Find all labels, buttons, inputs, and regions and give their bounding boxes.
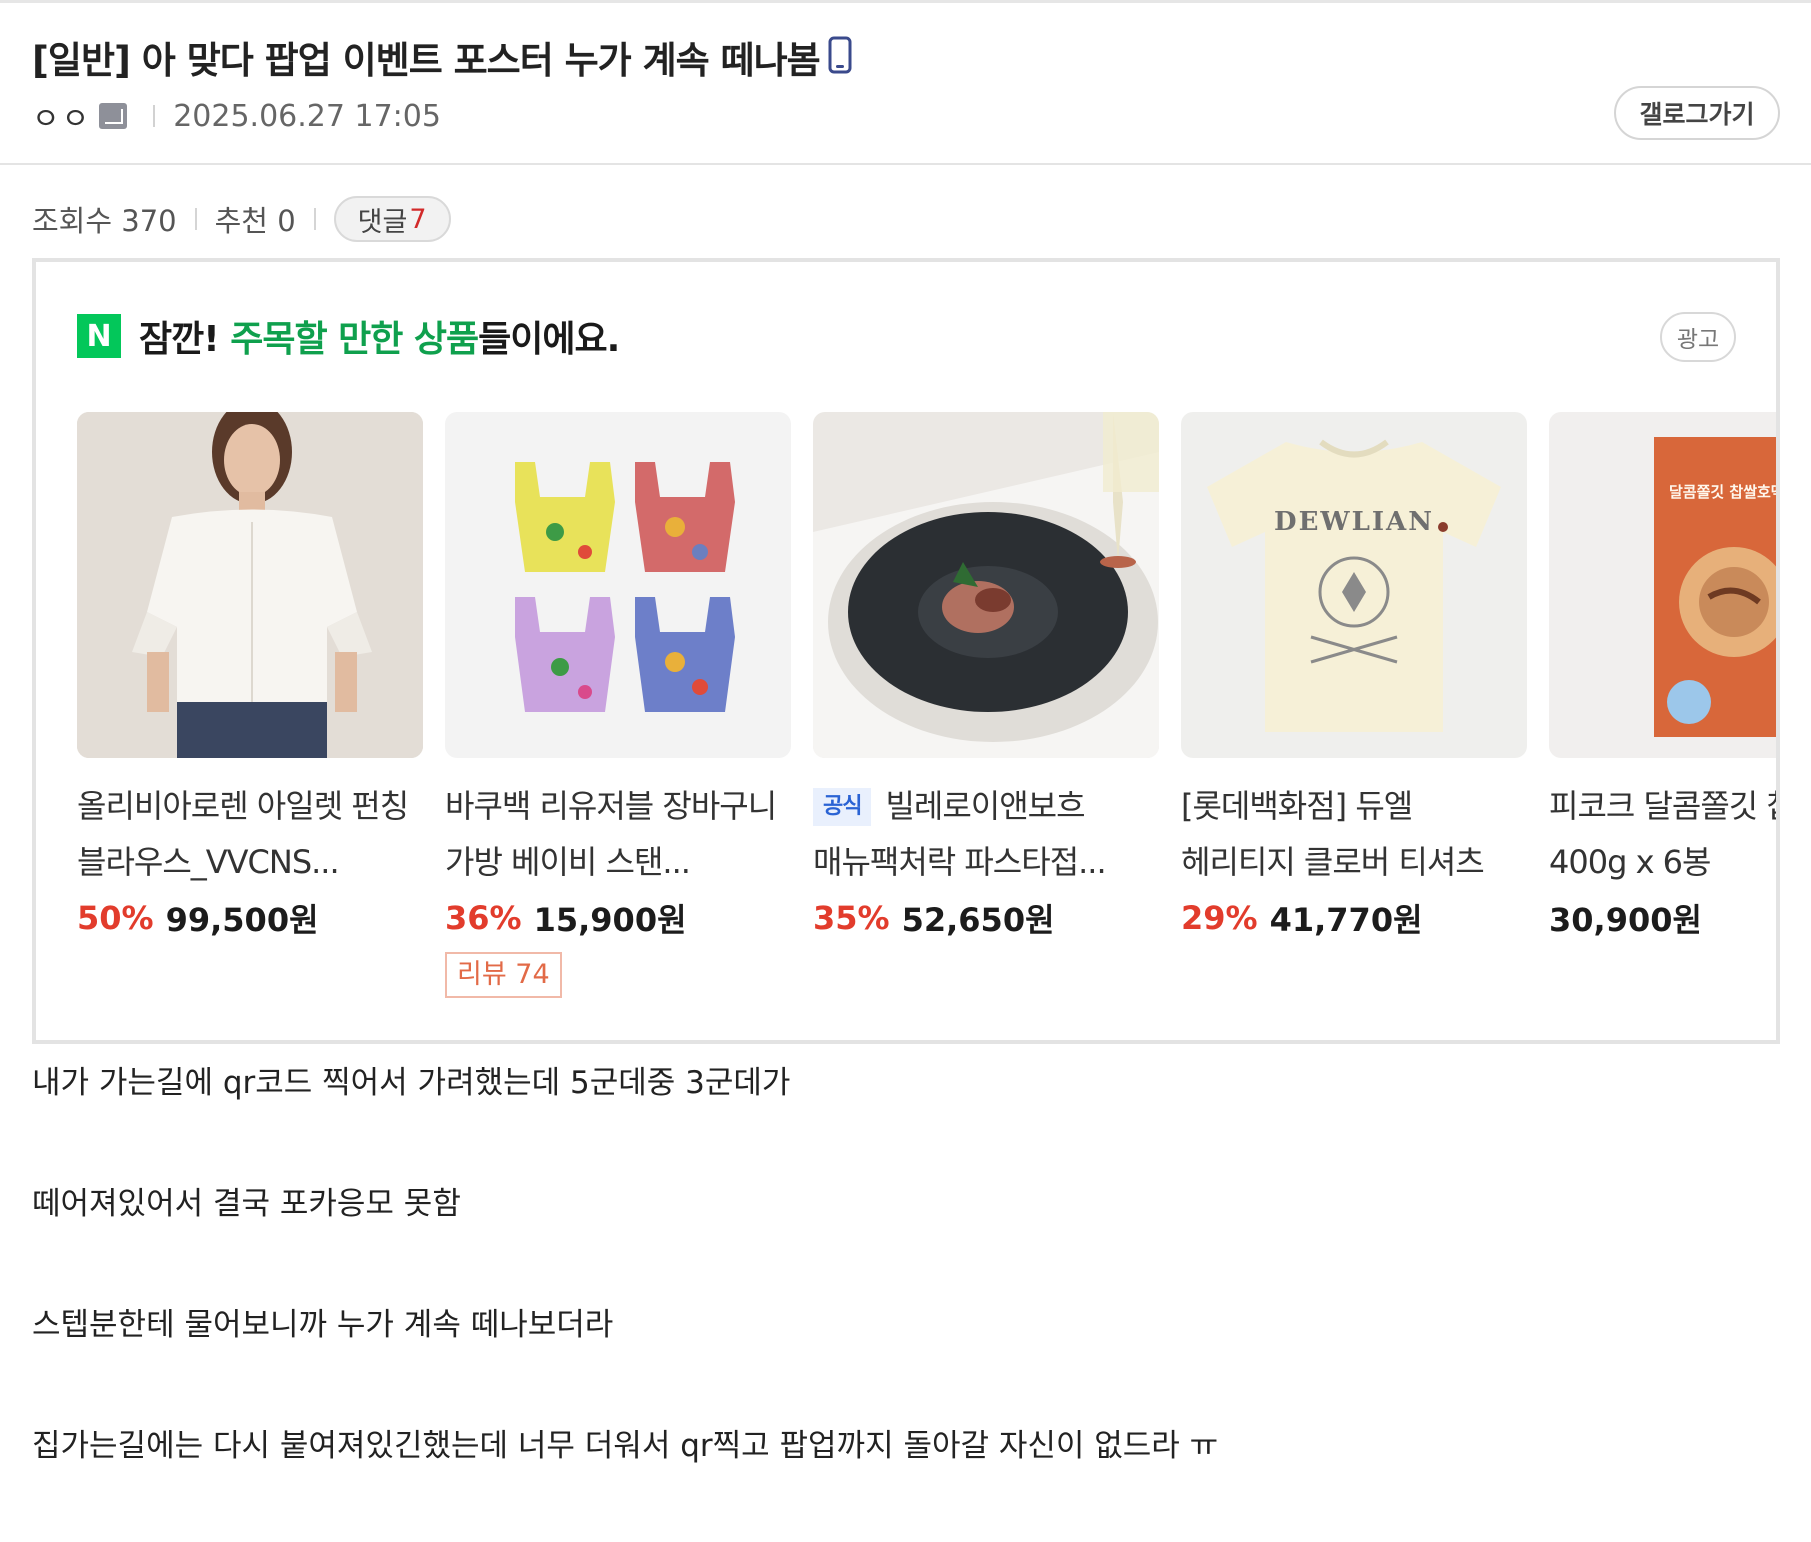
product-price: 15,900원	[533, 901, 687, 939]
hotteok-pack-print: 달콤쫄깃 찹쌀호떡	[1669, 483, 1780, 501]
product-image-hotteok[interactable]: 달콤쫄깃 찹쌀호떡	[1549, 412, 1780, 758]
product-card[interactable]: 공식 빌레로이앤보흐 매뉴팩처락 파스타접... 35% 52,650원	[813, 412, 1159, 946]
ad-headline-highlight: 주목할 만한 상품	[230, 319, 479, 360]
product-name[interactable]: [롯데백화점] 듀엘 헤리티지 클로버 티셔츠 D...	[1181, 778, 1527, 890]
product-card[interactable]: DEWLIAN [롯데백화점] 듀엘 헤리티지 클로버 티셔츠 D... 29%…	[1181, 412, 1527, 946]
body-paragraph: 내가 가는길에 qr코드 찍어서 가려했는데 5군데중 3군데가	[32, 1065, 791, 1101]
product-card[interactable]: 달콤쫄깃 찹쌀호떡 피코크 달콤쫄깃 찹쌀호떡 400g x 6봉 30,900…	[1549, 412, 1780, 946]
ad-headline: 잠깐! 주목할 만한 상품들이에요.	[139, 310, 620, 362]
product-image-plate[interactable]	[813, 412, 1159, 758]
tshirt-brand-print: DEWLIAN	[1274, 507, 1434, 537]
price-row: 35% 52,650원	[813, 890, 1159, 946]
ad-header: N 잠깐! 주목할 만한 상품들이에요.	[77, 310, 620, 362]
naver-logo-icon: N	[77, 314, 121, 358]
body-paragraph: 떼어져있어서 결국 포카응모 못함	[32, 1186, 461, 1222]
comment-button[interactable]: 댓글 7	[333, 196, 451, 242]
ad-headline-pre: 잠깐!	[139, 319, 231, 360]
price-row: 50% 99,500원	[77, 890, 423, 946]
comment-label: 댓글	[357, 206, 408, 238]
stats-separator	[194, 208, 197, 230]
product-image-tshirt[interactable]: DEWLIAN	[1181, 412, 1527, 758]
post-stats: 조회수 370 추천 0 댓글 7	[32, 196, 451, 242]
product-name[interactable]: 공식 빌레로이앤보흐 매뉴팩처락 파스타접...	[813, 778, 1159, 890]
official-badge: 공식	[813, 788, 872, 826]
header-divider	[0, 163, 1811, 165]
product-card[interactable]: 올리비아로렌 아일렛 펀칭 블라우스_VVCNS... 50% 99,500원	[77, 412, 423, 946]
recommend-count: 추천 0	[214, 204, 296, 238]
product-price: 52,650원	[901, 901, 1055, 939]
discount-rate: 35%	[813, 899, 890, 937]
product-name[interactable]: 바쿠백 리유저블 장바구니 가방 베이비 스탠...	[445, 778, 791, 890]
product-price: 41,770원	[1269, 901, 1423, 939]
price-row: 30,900원	[1549, 890, 1776, 946]
post-meta: ㅇㅇ 2025.06.27 17:05	[32, 94, 441, 138]
discount-rate: 29%	[1181, 899, 1258, 937]
product-price: 99,500원	[165, 901, 319, 939]
discount-rate: 36%	[445, 899, 522, 937]
shopping-ad: N 잠깐! 주목할 만한 상품들이에요. 광고 올리비아로렌 아일렛 펀칭 블라…	[32, 258, 1780, 1044]
top-divider	[0, 0, 1811, 3]
product-card[interactable]: 바쿠백 리유저블 장바구니 가방 베이비 스탠... 36% 15,900원 리…	[445, 412, 791, 998]
discount-rate: 50%	[77, 899, 154, 937]
product-carousel: 올리비아로렌 아일렛 펀칭 블라우스_VVCNS... 50% 99,500원	[77, 412, 1780, 1012]
post-title: [일반] 아 맞다 팝업 이벤트 포스터 누가 계속 떼나봄	[32, 39, 821, 82]
meta-separator	[153, 105, 156, 127]
review-count-badge: 리뷰 74	[445, 952, 562, 998]
product-image-blouse[interactable]	[77, 412, 423, 758]
price-row: 36% 15,900원	[445, 890, 791, 946]
comment-count: 7	[409, 203, 427, 235]
body-paragraph: 스텝분한테 물어보니까 누가 계속 떼나보더라	[32, 1307, 614, 1343]
product-price: 30,900원	[1549, 901, 1702, 939]
product-name[interactable]: 피코크 달콤쫄깃 찹쌀호떡 400g x 6봉	[1549, 778, 1776, 890]
gallog-button[interactable]: 갤로그가기	[1614, 86, 1780, 140]
product-name[interactable]: 올리비아로렌 아일렛 펀칭 블라우스_VVCNS...	[77, 778, 423, 890]
post-body: 내가 가는길에 qr코드 찍어서 가려했는데 5군데중 3군데가 떼어져있어서 …	[32, 1058, 1782, 1542]
gallog-icon[interactable]	[99, 103, 128, 129]
mobile-icon	[828, 36, 852, 74]
view-count: 조회수 370	[32, 204, 177, 238]
post-date: 2025.06.27 17:05	[173, 98, 441, 134]
product-image-bags[interactable]	[445, 412, 791, 758]
ad-badge[interactable]: 광고	[1660, 312, 1736, 362]
author-name[interactable]: ㅇㅇ	[32, 94, 91, 138]
ad-headline-post: 들이에요.	[478, 319, 620, 360]
body-paragraph: 집가는길에는 다시 붙여져있긴했는데 너무 더워서 qr찍고 팝업까지 돌아갈 …	[32, 1428, 1219, 1464]
stats-separator	[313, 208, 316, 230]
price-row: 29% 41,770원	[1181, 890, 1527, 946]
